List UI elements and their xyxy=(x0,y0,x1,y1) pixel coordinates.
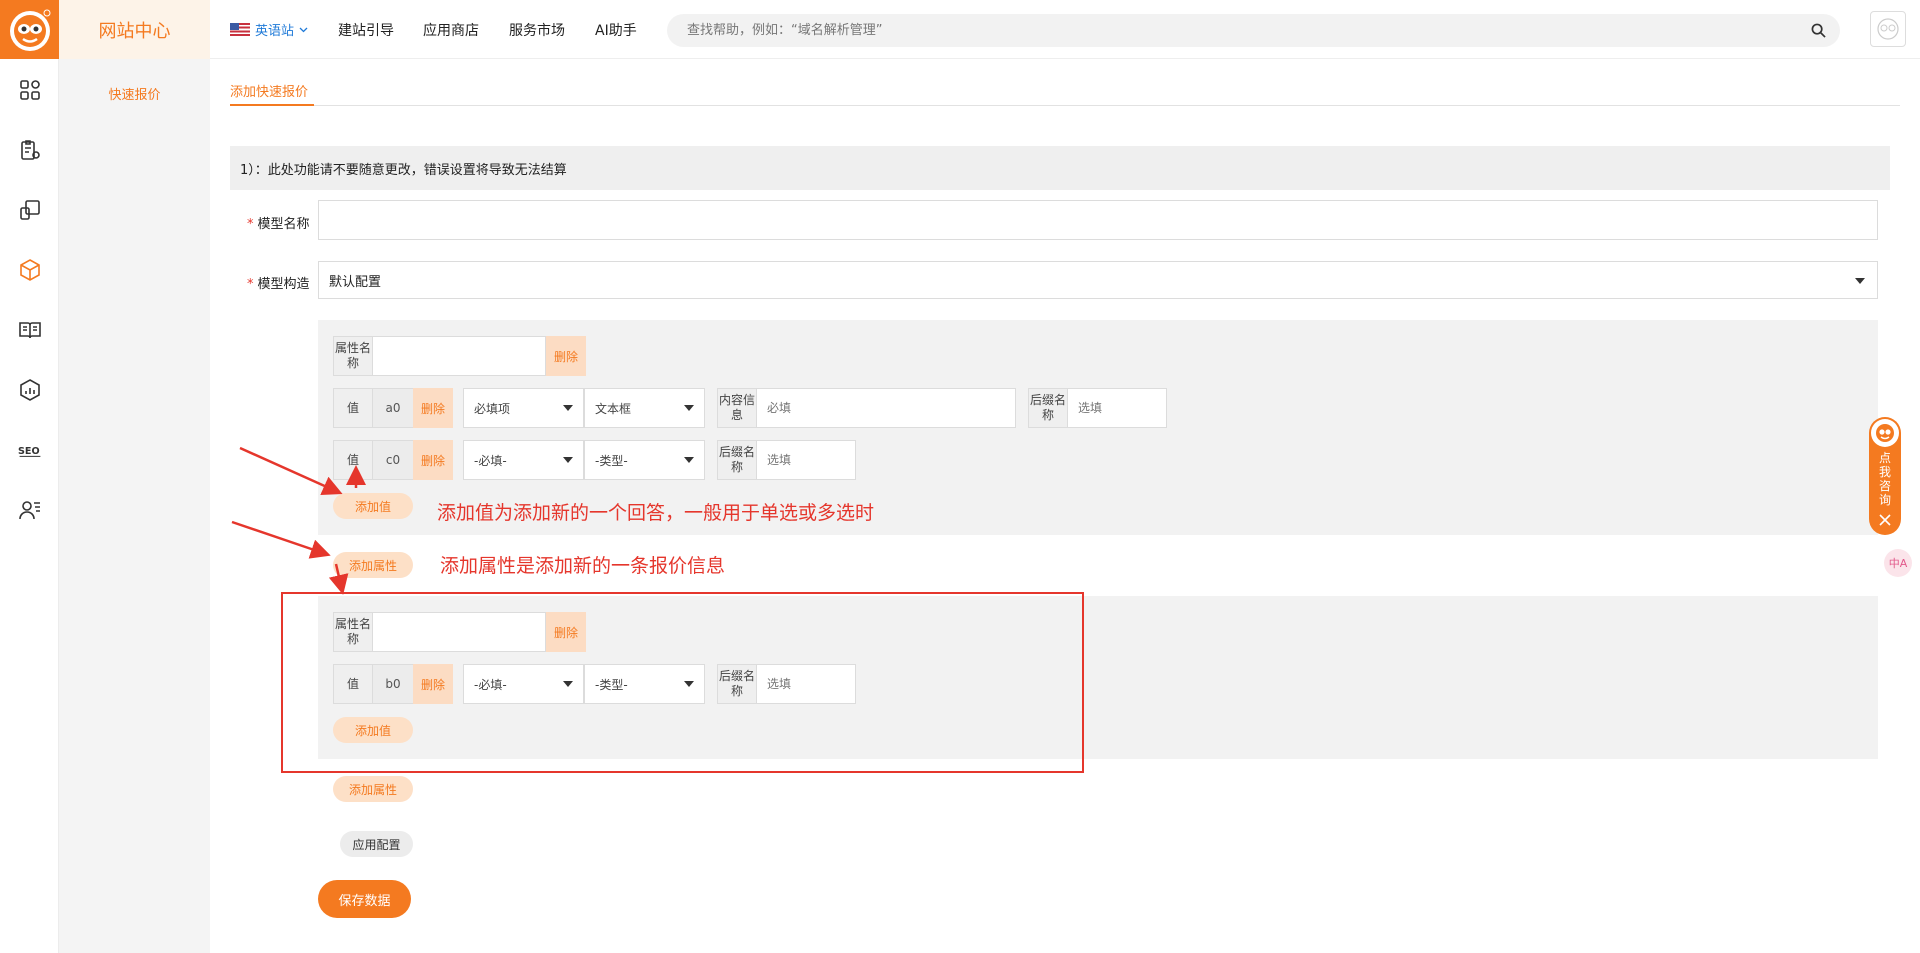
suffix-name-field xyxy=(756,440,856,480)
add-attribute-button[interactable]: 添加属性 xyxy=(333,776,413,802)
suffix-name-field xyxy=(1067,388,1167,428)
tab-active-underline xyxy=(230,104,314,106)
model-name-input[interactable] xyxy=(329,201,1877,239)
users-icon[interactable] xyxy=(18,498,42,522)
seo-icon[interactable]: SEO xyxy=(18,438,42,462)
cube-icon[interactable] xyxy=(18,258,42,282)
sidebar-title: 网站中心 xyxy=(59,0,210,59)
suffix-name-label: 后缀名称 xyxy=(1028,388,1068,428)
nav-app-store[interactable]: 应用商店 xyxy=(423,20,479,40)
consult-label-text: 点我咨询 xyxy=(1878,451,1891,507)
mascot-icon xyxy=(1871,419,1899,447)
caret-down-icon xyxy=(684,457,694,463)
required-select[interactable]: -必填- xyxy=(463,440,584,480)
model-struct-select[interactable]: 默认配置 xyxy=(318,261,1878,299)
required-select-value: 必填项 xyxy=(474,401,511,416)
caret-down-icon xyxy=(1855,278,1865,284)
notice-bar: 1）：此处功能请不要随意更改，错误设置将导致无法结算 xyxy=(230,146,1890,190)
caret-down-icon xyxy=(563,405,573,411)
avatar[interactable] xyxy=(1870,11,1906,47)
logo-icon[interactable] xyxy=(0,0,59,59)
value-delete-button[interactable]: 删除 xyxy=(413,440,453,480)
required-mark: * xyxy=(247,217,254,232)
devices-icon[interactable] xyxy=(18,198,42,222)
model-name-label-text: 模型名称 xyxy=(257,217,310,232)
required-mark: * xyxy=(247,277,254,292)
icon-rail: SEO xyxy=(0,0,59,953)
secondary-sidebar: 网站中心 快速报价 xyxy=(59,0,210,953)
content-info-input[interactable] xyxy=(767,401,1015,415)
attr-delete-button[interactable]: 删除 xyxy=(546,336,586,376)
search-box xyxy=(667,14,1840,47)
consult-label: 点我咨询 xyxy=(1869,451,1901,507)
tab-divider xyxy=(230,105,1900,106)
value-delete-button[interactable]: 删除 xyxy=(413,388,453,428)
suffix-name-input[interactable] xyxy=(1078,401,1166,415)
model-struct-label-text: 模型构造 xyxy=(257,277,310,292)
type-select-value: 文本框 xyxy=(595,401,632,416)
suffix-name-label: 后缀名称 xyxy=(717,440,757,480)
required-select[interactable]: 必填项 xyxy=(463,388,584,428)
type-select[interactable]: 文本框 xyxy=(584,388,705,428)
attr-name-field xyxy=(372,336,546,376)
suffix-name-input[interactable] xyxy=(767,453,855,467)
value-label: 值 xyxy=(333,388,373,428)
sidebar-item-quick-quote[interactable]: 快速报价 xyxy=(59,84,210,103)
search-input[interactable] xyxy=(667,14,1767,47)
chevron-down-icon xyxy=(299,27,308,32)
required-select-value: -必填- xyxy=(474,453,507,468)
model-struct-label: * 模型构造 xyxy=(247,273,310,292)
value-code: c0 xyxy=(373,440,413,480)
tab-add-quick-quote[interactable]: 添加快速报价 xyxy=(230,81,308,100)
avatar-logo-icon xyxy=(1877,18,1899,40)
us-flag-icon xyxy=(230,23,250,36)
caret-down-icon xyxy=(684,405,694,411)
search-icon[interactable] xyxy=(1811,23,1826,38)
dashboard-icon[interactable] xyxy=(18,78,42,102)
attr-name-label: 属性名称 xyxy=(333,336,373,376)
apply-config-button[interactable]: 应用配置 xyxy=(340,831,413,857)
analytics-icon[interactable] xyxy=(18,378,42,402)
language-switcher[interactable]: 英语站 xyxy=(230,20,308,39)
top-bar: 英语站 建站引导 应用商店 服务市场 AI助手 xyxy=(210,0,1920,59)
language-label: 英语站 xyxy=(255,24,295,39)
model-struct-value: 默认配置 xyxy=(329,274,382,290)
annotation-add-value: 添加值为添加新的一个回答，一般用于单选或多选时 xyxy=(437,502,875,524)
save-button[interactable]: 保存数据 xyxy=(318,880,411,918)
consult-widget[interactable]: 点我咨询 xyxy=(1869,417,1901,535)
type-select[interactable]: -类型- xyxy=(584,440,705,480)
value-code: a0 xyxy=(373,388,413,428)
caret-down-icon xyxy=(563,457,573,463)
nav-site-guide[interactable]: 建站引导 xyxy=(338,20,394,40)
model-name-field xyxy=(318,200,1878,240)
nav-ai-assistant[interactable]: AI助手 xyxy=(595,20,637,40)
translate-icon[interactable]: 中A xyxy=(1884,549,1912,577)
type-select-value: -类型- xyxy=(595,453,628,468)
clipboard-settings-icon[interactable] xyxy=(18,138,42,162)
book-icon[interactable] xyxy=(18,318,42,342)
attr-name-input[interactable] xyxy=(383,337,545,375)
content-info-field xyxy=(756,388,1016,428)
nav-service-market[interactable]: 服务市场 xyxy=(509,20,565,40)
annotation-add-attribute: 添加属性是添加新的一条报价信息 xyxy=(440,555,726,577)
model-name-label: * 模型名称 xyxy=(247,213,310,232)
content-info-label: 内容信息 xyxy=(717,388,757,428)
svg-text:SEO: SEO xyxy=(18,446,40,457)
annotation-arrows xyxy=(231,446,366,595)
close-icon[interactable] xyxy=(1878,513,1892,527)
annotation-highlight-box xyxy=(281,592,1084,773)
